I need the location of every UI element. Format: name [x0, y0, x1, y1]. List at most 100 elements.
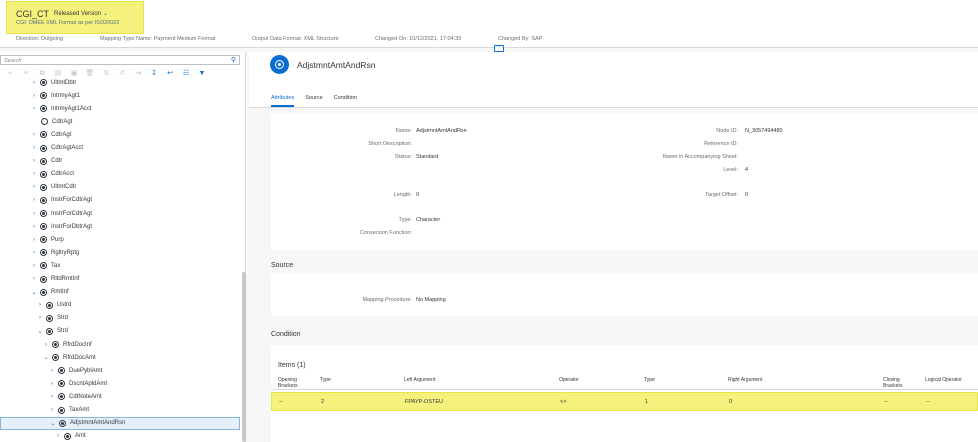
tree-node-label: Tax — [51, 262, 61, 269]
tree-row[interactable]: ⌄ RmtInf — [0, 286, 240, 299]
tree-row[interactable]: › RltdRmtInf — [0, 273, 240, 286]
collapse-header-button[interactable]: ⌃ — [494, 45, 504, 52]
tree-node-label: DscntApldAmt — [69, 380, 108, 387]
chevron-right-icon[interactable]: › — [30, 80, 38, 86]
tree-scrollbar[interactable] — [242, 272, 246, 442]
chevron-down-icon[interactable]: ⌄ — [30, 289, 38, 296]
col-closing-brackets[interactable]: Closing Brackets — [883, 377, 907, 389]
chevron-right-icon[interactable]: › — [36, 302, 44, 308]
length-value: 0 — [416, 192, 420, 198]
tree-row[interactable]: ⌄ AdjstmntAmtAndRsn — [0, 416, 240, 430]
col-type-2[interactable]: Type — [644, 377, 655, 384]
chevron-right-icon[interactable]: › — [42, 342, 50, 348]
tree-row[interactable]: ⌄ RfrdDocAmt — [0, 351, 240, 364]
name-value: AdjstmntAmtAndRsn — [416, 128, 467, 134]
chevron-right-icon[interactable]: › — [30, 224, 38, 230]
chevron-right-icon[interactable]: › — [30, 211, 38, 217]
chevron-down-icon[interactable]: ⌄ — [103, 10, 108, 17]
tree-row[interactable]: › CdtrAcct — [0, 168, 240, 181]
search-input[interactable]: Search ⚲ — [0, 55, 240, 65]
chevron-down-icon[interactable]: ⌄ — [36, 328, 44, 335]
tree-row[interactable]: › Strd — [0, 312, 240, 325]
tree-row[interactable]: › DuePyblAmt — [0, 364, 240, 377]
version-selector[interactable]: Released Version ⌄ — [54, 10, 108, 18]
meta-output-format: Output Data Format: XML Structure — [252, 36, 339, 42]
tree-row[interactable]: › TaxAmt — [0, 404, 240, 417]
tree-row[interactable]: › CdtNoteAmt — [0, 390, 240, 403]
node-icon — [58, 367, 65, 375]
chevron-right-icon[interactable]: › — [30, 263, 38, 269]
tab-condition[interactable]: Condition — [334, 95, 357, 107]
search-icon[interactable]: ⚲ — [231, 56, 236, 64]
chevron-right-icon[interactable]: › — [30, 197, 38, 203]
tree-row[interactable]: › UltmtCdtr — [0, 181, 240, 194]
node-icon — [59, 419, 66, 427]
version-label[interactable]: Released Version — [54, 11, 101, 17]
tree-node-label: CdtrAgt — [52, 118, 73, 125]
target-offset-label: Target Offset: — [705, 192, 738, 198]
tree-row[interactable]: › Tax — [0, 259, 240, 272]
tree-row[interactable]: › InstrForCdtrAgt — [0, 207, 240, 220]
chevron-right-icon[interactable]: › — [30, 106, 38, 112]
tree-node-label: RfrdDocAmt — [63, 354, 96, 361]
node-icon — [58, 393, 65, 401]
tree-row[interactable]: › CdtrAgt — [0, 128, 240, 141]
tree-row[interactable]: ⌄ Strd — [0, 325, 240, 338]
chevron-right-icon[interactable]: › — [36, 315, 44, 321]
tree-node-label: Strd — [57, 315, 69, 322]
chevron-right-icon[interactable]: › — [30, 171, 38, 177]
chevron-right-icon[interactable]: › — [30, 93, 38, 99]
tree-row[interactable]: CdtrAgt — [0, 115, 240, 128]
tree-node-label: IntrmyAgt1Acct — [51, 105, 92, 112]
tree-row[interactable]: › InstrForDbtrAgt — [0, 220, 240, 233]
tree-row[interactable]: › RgltryRptg — [0, 246, 240, 259]
node-icon — [40, 249, 47, 257]
conversion-function-label: Conversion Function: — [360, 230, 412, 236]
tree-row[interactable]: › RfrdDocInf — [0, 338, 240, 351]
chevron-right-icon[interactable]: › — [30, 184, 38, 190]
tree-row[interactable]: › IntrmyAgt1 — [0, 89, 240, 102]
tree-node-label: InstrForDbtrAgt — [51, 223, 93, 230]
chevron-right-icon[interactable]: › — [30, 145, 38, 151]
object-header: CGI_CT Released Version ⌄ CGI: DMEE XML … — [0, 0, 978, 48]
chevron-right-icon[interactable]: › — [48, 368, 56, 374]
chevron-right-icon[interactable]: › — [48, 407, 56, 413]
col-opening-brackets[interactable]: Opening Brackets — [278, 377, 304, 389]
table-row[interactable]: -- 2 FPAYP-OSTEU <> 1 0 -- -- — [271, 392, 978, 411]
chevron-right-icon[interactable]: › — [30, 250, 38, 256]
chevron-down-icon[interactable]: ⌄ — [49, 420, 57, 427]
tree-row[interactable]: › UltmtDbtr — [0, 76, 240, 89]
chevron-right-icon[interactable]: › — [30, 276, 38, 282]
detail-pane: AdjstmntAmtAndRsn Attributes Source Cond… — [249, 52, 978, 442]
node-icon — [40, 262, 47, 270]
tree-row[interactable]: › Purp — [0, 233, 240, 246]
node-icon — [40, 196, 47, 204]
chevron-right-icon[interactable]: › — [54, 433, 62, 439]
tree-row[interactable]: › DscntApldAmt — [0, 377, 240, 390]
tree-row[interactable]: › Cdtr — [0, 155, 240, 168]
chevron-down-icon[interactable]: ⌄ — [42, 354, 50, 361]
tree-row[interactable]: › Amt — [0, 430, 240, 442]
chevron-right-icon[interactable]: › — [30, 132, 38, 138]
col-left-argument[interactable]: Left Argument — [404, 377, 435, 384]
tree-row[interactable]: › Ustrd — [0, 299, 240, 312]
node-icon — [64, 432, 71, 440]
col-type[interactable]: Type — [320, 377, 331, 384]
tree-row[interactable]: › CdtrAgtAcct — [0, 142, 240, 155]
col-right-argument[interactable]: Right Argument — [728, 377, 762, 384]
chevron-right-icon[interactable]: › — [30, 237, 38, 243]
tree-node-label: RfrdDocInf — [63, 341, 92, 348]
chevron-right-icon[interactable]: › — [30, 158, 38, 164]
tree-row[interactable]: › IntrmyAgt1Acct — [0, 102, 240, 115]
col-operator[interactable]: Operator — [559, 377, 579, 384]
tab-attributes[interactable]: Attributes — [271, 95, 295, 107]
chevron-right-icon[interactable]: › — [48, 394, 56, 400]
name-in-sheet-label: Name in Accompanying Sheet: — [662, 154, 738, 160]
tree-node-label: Cdtr — [51, 158, 63, 165]
col-logical-operator[interactable]: Logical Operator — [925, 377, 962, 384]
tree-node-label: InstrForCdtrAgt — [51, 197, 93, 204]
tree-row[interactable]: › InstrForCdtrAgt — [0, 194, 240, 207]
tab-source[interactable]: Source — [305, 95, 322, 107]
short-desc-label: Short Description: — [368, 141, 412, 147]
chevron-right-icon[interactable]: › — [48, 381, 56, 387]
